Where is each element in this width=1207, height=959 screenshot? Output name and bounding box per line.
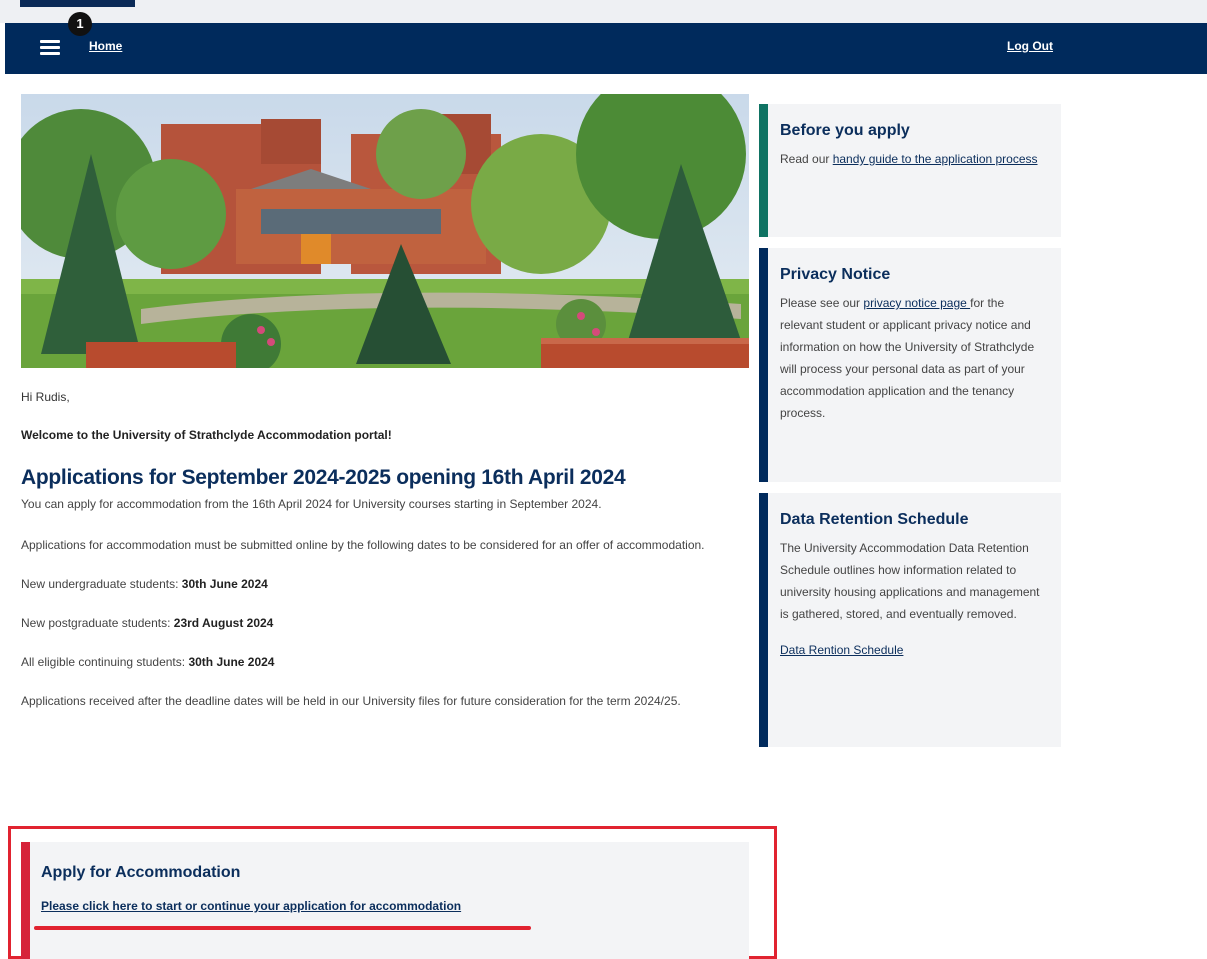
top-tab-indicator (20, 0, 135, 7)
card-title: Data Retention Schedule (780, 511, 969, 528)
card-title: Before you apply (780, 122, 910, 139)
card-text-prefix: Read our (780, 152, 833, 166)
deadline-intro-text: Applications for accommodation must be s… (21, 538, 705, 552)
main-content: Hi Rudis, Welcome to the University of S… (21, 94, 751, 711)
step-badge: 1 (68, 12, 92, 36)
deadline-continuing: All eligible continuing students: 30th J… (21, 653, 751, 672)
privacy-notice-card: Privacy Notice Please see our privacy no… (759, 248, 1061, 482)
apply-title: Apply for Accommodation (41, 864, 241, 881)
card-title: Privacy Notice (780, 266, 891, 283)
apply-link[interactable]: Please click here to start or continue y… (41, 899, 461, 913)
card-text: The University Accommodation Data Retent… (780, 541, 1040, 621)
top-navbar: 1 Home Log Out (5, 12, 1207, 74)
guide-link[interactable]: handy guide to the application process (833, 152, 1038, 166)
deadline-date: 30th June 2024 (188, 655, 275, 669)
apply-panel: Apply for Accommodation Please click her… (21, 842, 749, 959)
privacy-notice-link[interactable]: privacy notice page (863, 296, 970, 310)
deadline-label: New undergraduate students: (21, 577, 182, 591)
page-heading: Applications for September 2024-2025 ope… (21, 466, 626, 489)
data-retention-link[interactable]: Data Rention Schedule (780, 643, 1049, 657)
card-text: Please see our privacy notice page for t… (780, 292, 1049, 424)
greeting-text: Hi Rudis, (21, 390, 70, 404)
browser-top-strip (0, 0, 1207, 23)
deadline-date: 23rd August 2024 (173, 616, 274, 630)
campus-garden-illustration (21, 94, 749, 368)
highlight-underline (34, 926, 531, 930)
hero-image (21, 94, 749, 368)
before-you-apply-card: Before you apply Read our handy guide to… (759, 104, 1061, 237)
deadline-undergraduate: New undergraduate students: 30th June 20… (21, 575, 751, 594)
card-text-suffix: for the relevant student or applicant pr… (780, 296, 1035, 420)
nav-home-link[interactable]: Home (89, 39, 122, 53)
deadline-label: New postgraduate students: (21, 616, 174, 630)
card-text: Read our handy guide to the application … (780, 148, 1049, 170)
data-retention-card: Data Retention Schedule The University A… (759, 493, 1061, 747)
deadline-label: All eligible continuing students: (21, 655, 189, 669)
deadline-date: 30th June 2024 (181, 577, 268, 591)
card-text-prefix: Please see our (780, 296, 864, 310)
intro-text: You can apply for accommodation from the… (21, 497, 602, 511)
nav-logout-link[interactable]: Log Out (1007, 39, 1053, 53)
deadline-postgraduate: New postgraduate students: 23rd August 2… (21, 614, 751, 633)
late-applications-note: Applications received after the deadline… (21, 694, 681, 708)
welcome-text: Welcome to the University of Strathclyde… (21, 428, 392, 442)
menu-icon[interactable] (40, 38, 62, 60)
